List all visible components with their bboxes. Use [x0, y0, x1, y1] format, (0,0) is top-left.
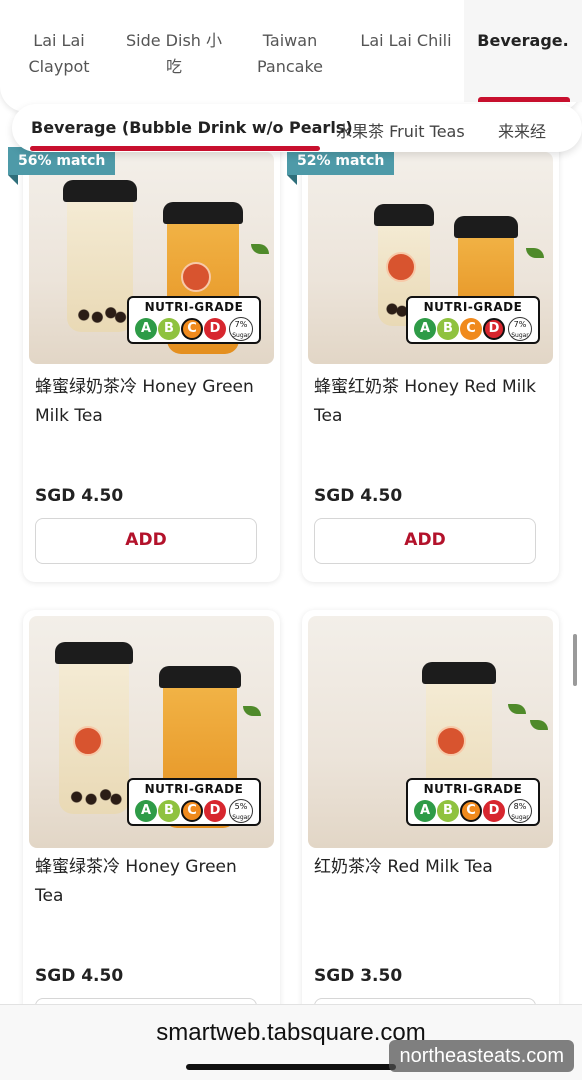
- product-price: SGD 4.50: [35, 966, 124, 986]
- subtab-fruit-teas[interactable]: 水果茶 Fruit Teas: [336, 118, 465, 142]
- grade-b: B: [158, 318, 180, 340]
- scrollbar[interactable]: [573, 634, 577, 686]
- product-price: SGD 3.50: [314, 966, 403, 986]
- nutri-grade-label: NUTRI-GRADE A B C D 5% Sugar: [127, 778, 261, 826]
- nutri-grade-label: NUTRI-GRADE A B C D 7% Sugar: [406, 296, 540, 344]
- tab-side-dish[interactable]: Side Dish 小 吃: [118, 28, 230, 80]
- grade-a: A: [414, 318, 436, 340]
- grade-a: A: [135, 318, 157, 340]
- sugar-indicator: 7% Sugar: [508, 317, 532, 341]
- grade-d: D: [204, 800, 226, 822]
- tab-taiwan-pancake[interactable]: Taiwan Pancake: [248, 28, 332, 80]
- product-card[interactable]: NUTRI-GRADE A B C D 7% Sugar 蜂蜜绿奶茶冷 Honey…: [23, 130, 280, 582]
- subcategory-nav: Beverage (Bubble Drink w/o Pearls) 水果茶 F…: [12, 104, 582, 152]
- add-button[interactable]: ADD: [314, 518, 536, 564]
- grade-b: B: [158, 800, 180, 822]
- category-nav: Lai Lai Claypot Side Dish 小 吃 Taiwan Pan…: [0, 0, 582, 112]
- grade-c: C: [181, 318, 203, 340]
- grade-b: B: [437, 318, 459, 340]
- nutri-grade-label: NUTRI-GRADE A B C D 8% Sugar: [406, 778, 540, 826]
- grade-c: C: [460, 318, 482, 340]
- product-name: 蜂蜜红奶茶 Honey Red Milk Tea: [314, 377, 536, 426]
- brand-seal-icon: [181, 262, 211, 292]
- grade-a: A: [135, 800, 157, 822]
- tab-lai-lai-chili[interactable]: Lai Lai Chili: [354, 28, 458, 54]
- product-card[interactable]: NUTRI-GRADE A B C D 7% Sugar 蜂蜜红奶茶 Honey …: [302, 130, 559, 582]
- sugar-indicator: 5% Sugar: [229, 799, 253, 823]
- product-card[interactable]: NUTRI-GRADE A B C D 8% Sugar 红奶茶冷 Red Mil…: [302, 610, 559, 1030]
- product-image: NUTRI-GRADE A B C D 5% Sugar: [29, 616, 274, 848]
- product-card[interactable]: NUTRI-GRADE A B C D 5% Sugar 蜂蜜绿茶冷 Honey …: [23, 610, 280, 1030]
- product-image: NUTRI-GRADE A B C D 7% Sugar: [29, 152, 274, 364]
- grade-d: D: [483, 318, 505, 340]
- grade-d: D: [483, 800, 505, 822]
- grade-b: B: [437, 800, 459, 822]
- product-name: 红奶茶冷 Red Milk Tea: [314, 857, 493, 877]
- sugar-indicator: 8% Sugar: [508, 799, 532, 823]
- grade-a: A: [414, 800, 436, 822]
- tab-lai-lai-claypot[interactable]: Lai Lai Claypot: [22, 28, 96, 80]
- tab-beverage[interactable]: Beverage.: [464, 0, 582, 102]
- brand-seal-icon: [386, 252, 416, 282]
- home-indicator: [186, 1064, 396, 1070]
- nutri-grade-label: NUTRI-GRADE A B C D 7% Sugar: [127, 296, 261, 344]
- grade-c: C: [181, 800, 203, 822]
- product-image: NUTRI-GRADE A B C D 8% Sugar: [308, 616, 553, 848]
- brand-seal-icon: [73, 726, 103, 756]
- product-image: NUTRI-GRADE A B C D 7% Sugar: [308, 152, 553, 364]
- product-price: SGD 4.50: [35, 486, 124, 506]
- active-tab-indicator: [478, 97, 570, 102]
- grade-c: C: [460, 800, 482, 822]
- product-name: 蜂蜜绿茶冷 Honey Green Tea: [35, 857, 237, 906]
- product-price: SGD 4.50: [314, 486, 403, 506]
- active-subtab-indicator: [30, 146, 320, 151]
- grade-d: D: [204, 318, 226, 340]
- subtab-bubble-drink[interactable]: Beverage (Bubble Drink w/o Pearls): [31, 118, 353, 137]
- subtab-lai-lai-jing[interactable]: 来来经: [498, 118, 546, 142]
- add-button[interactable]: ADD: [35, 518, 257, 564]
- watermark: northeasteats.com: [389, 1040, 574, 1072]
- brand-seal-icon: [436, 726, 466, 756]
- product-name: 蜂蜜绿奶茶冷 Honey Green Milk Tea: [35, 377, 254, 426]
- sugar-indicator: 7% Sugar: [229, 317, 253, 341]
